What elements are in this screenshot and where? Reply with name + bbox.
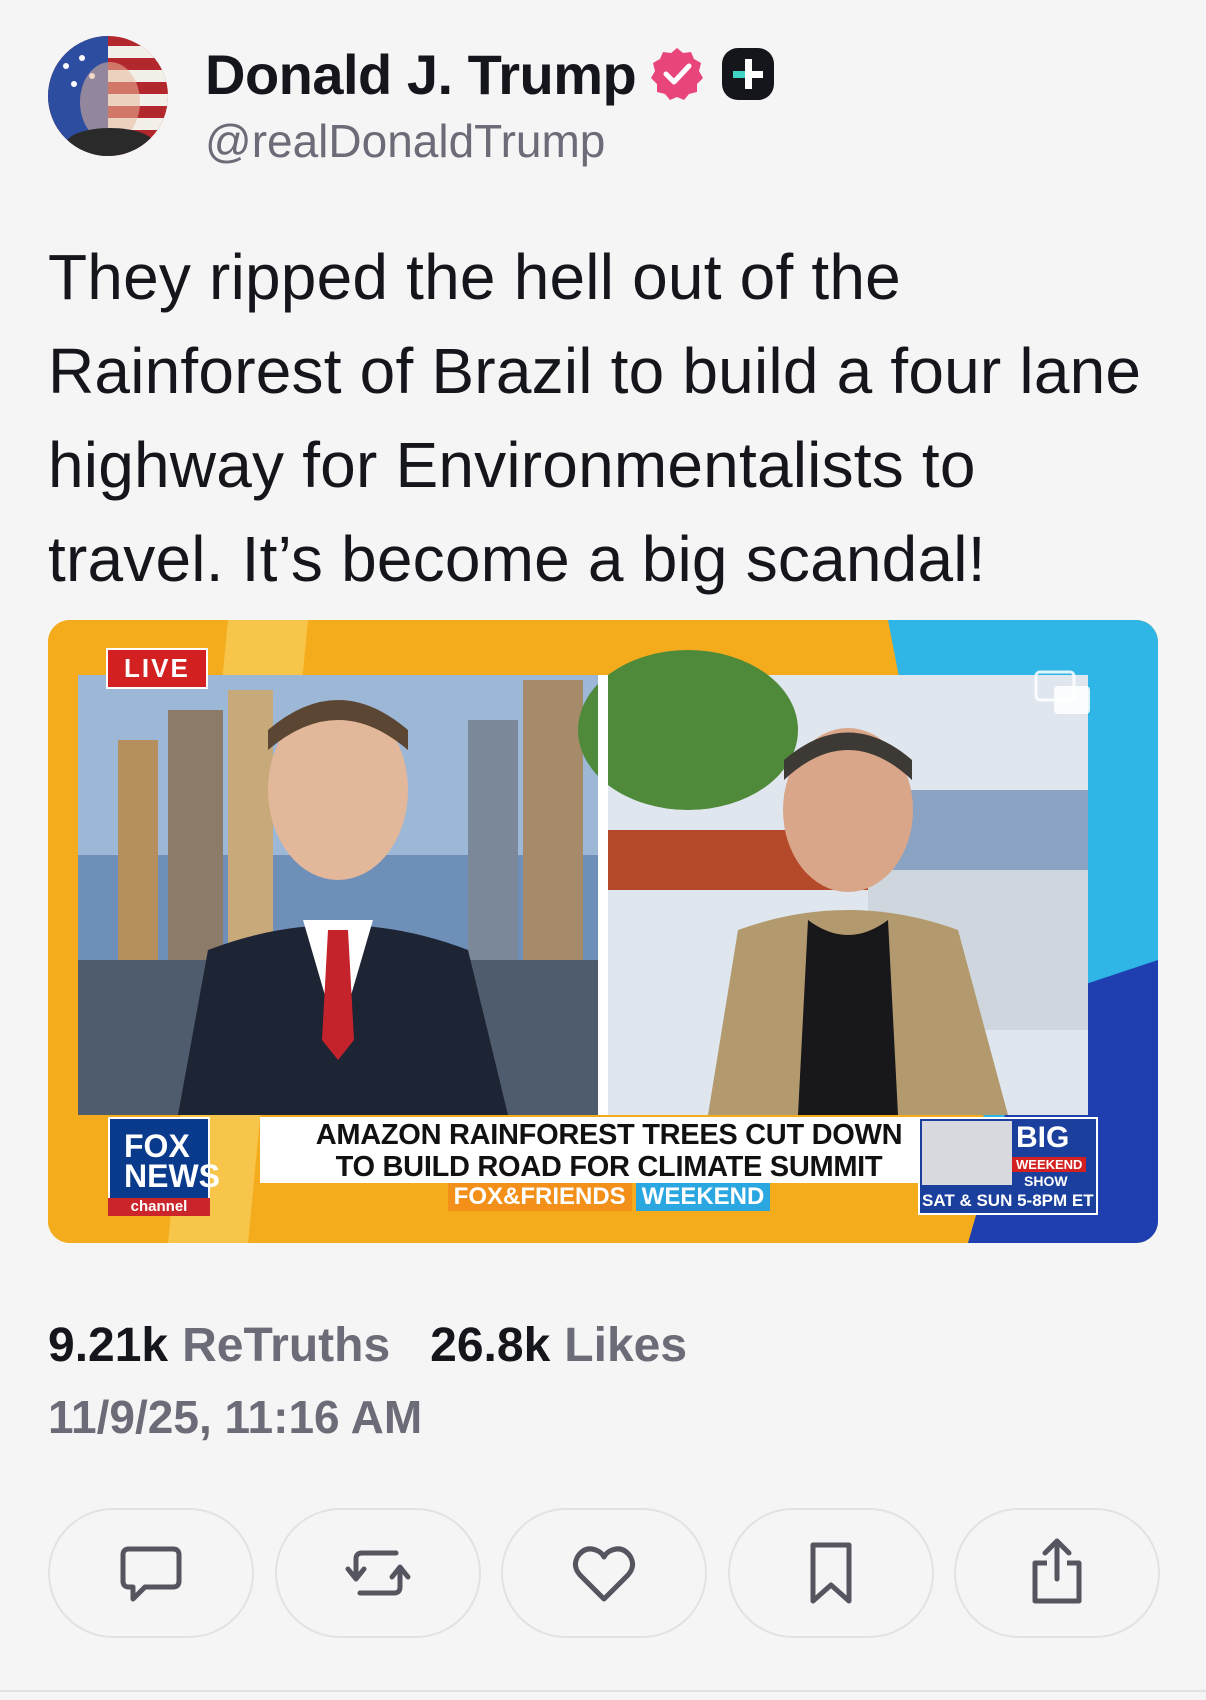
retruth-icon xyxy=(345,1550,410,1596)
like-button[interactable] xyxy=(501,1508,707,1638)
share-icon xyxy=(1032,1538,1082,1604)
like-icon xyxy=(572,1546,636,1602)
show-title-bar: FOX&FRIENDS WEEKEND xyxy=(260,1183,958,1211)
fox-news-logo-line1: FOX xyxy=(124,1128,190,1164)
display-name[interactable]: Donald J. Trump xyxy=(205,42,637,107)
fox-news-channel-label: channel xyxy=(108,1198,210,1216)
show-title-part2: WEEKEND xyxy=(635,1183,771,1211)
likes-label[interactable]: Likes xyxy=(564,1318,687,1373)
plus-badge-icon xyxy=(722,48,775,100)
promo-hosts-image xyxy=(922,1121,1012,1185)
post-timestamp: 11/9/25, 11:16 AM xyxy=(48,1391,423,1443)
show-title-part1: FOX&FRIENDS xyxy=(447,1183,632,1211)
news-chyron: AMAZON RAINFOREST TREES CUT DOWN TO BUIL… xyxy=(260,1117,958,1183)
post-text: They ripped the hell out of the Rainfore… xyxy=(48,241,1142,595)
promo-show: SHOW xyxy=(1024,1173,1068,1189)
post-media[interactable]: LIVE FOX NEWS channel AMAZON RAINFOREST … xyxy=(48,620,1158,1243)
avatar-image xyxy=(48,36,168,156)
chyron-line2: TO BUILD ROAD FOR CLIMATE SUMMIT xyxy=(335,1151,883,1183)
avatar[interactable] xyxy=(48,36,168,156)
verified-badge-icon xyxy=(651,48,704,100)
name-row: Donald J. Trump xyxy=(205,36,776,112)
comment-icon xyxy=(120,1546,182,1602)
picture-in-picture-icon[interactable] xyxy=(1034,670,1092,716)
retruth-button[interactable] xyxy=(274,1508,481,1638)
bookmark-icon xyxy=(810,1542,851,1604)
chyron-line1: AMAZON RAINFOREST TREES CUT DOWN xyxy=(315,1119,903,1151)
promo-box: BIG WEEKEND SHOW SAT & SUN 5-8PM ET xyxy=(918,1117,1098,1215)
live-badge: LIVE xyxy=(106,648,208,689)
likes-count[interactable]: 26.8k xyxy=(430,1318,550,1373)
promo-title: BIG xyxy=(1016,1121,1070,1154)
bookmark-button[interactable] xyxy=(727,1508,934,1638)
post-stats: 9.21k ReTruths 26.8k Likes xyxy=(48,1318,687,1373)
share-button[interactable] xyxy=(954,1508,1160,1638)
action-bar xyxy=(48,1508,1160,1638)
post: Donald J. Trump @realDonaldTrump They ri… xyxy=(0,0,1206,1700)
retruths-label[interactable]: ReTruths xyxy=(182,1318,390,1373)
promo-weekend: WEEKEND xyxy=(1012,1157,1087,1172)
author-block: Donald J. Trump @realDonaldTrump xyxy=(205,36,776,168)
fox-news-logo-line2: NEWS xyxy=(124,1158,220,1194)
retruths-count[interactable]: 9.21k xyxy=(48,1318,168,1373)
comment-button[interactable] xyxy=(48,1508,254,1638)
handle[interactable]: @realDonaldTrump xyxy=(205,114,776,168)
promo-time: SAT & SUN 5-8PM ET xyxy=(922,1191,1094,1210)
divider xyxy=(0,1690,1206,1692)
